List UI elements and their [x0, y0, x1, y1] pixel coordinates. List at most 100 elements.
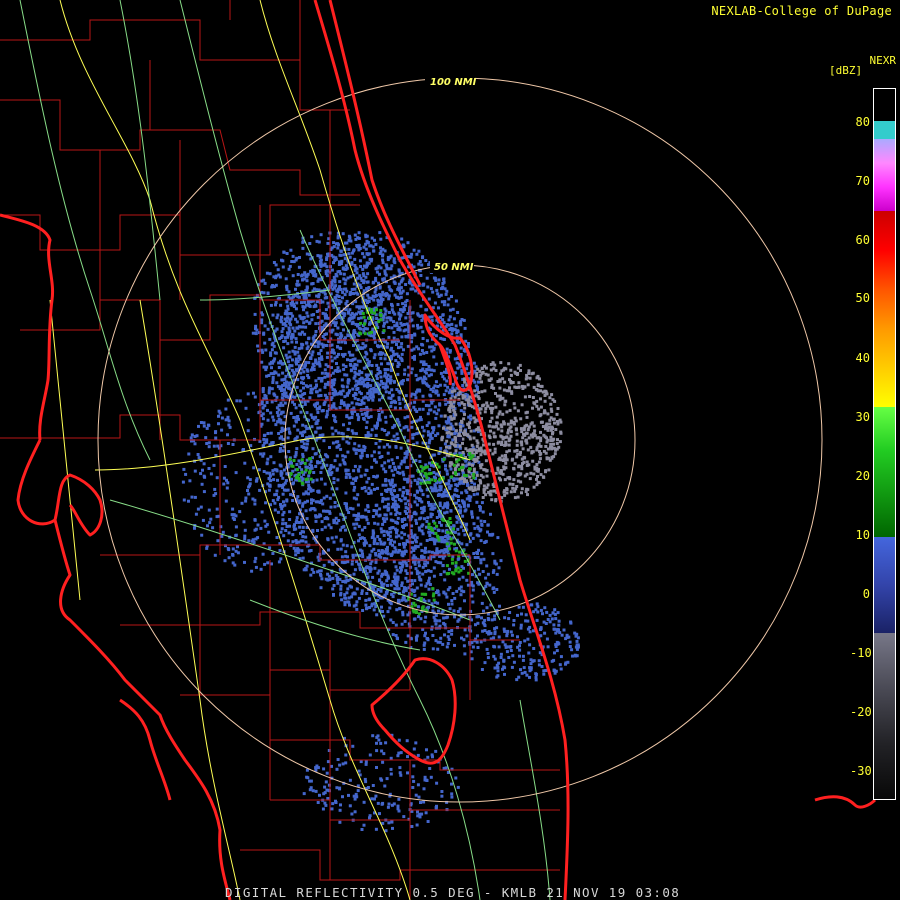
- echo-pixel: [396, 577, 400, 581]
- echo-pixel: [333, 278, 337, 282]
- echo-pixel: [511, 654, 515, 658]
- echo-pixel: [357, 243, 361, 247]
- echo-pixel: [432, 369, 436, 373]
- echo-pixel: [303, 305, 307, 309]
- echo-pixel: [402, 460, 406, 464]
- echo-pixel: [559, 420, 563, 424]
- echo-pixel: [390, 526, 393, 530]
- echo-pixel: [270, 348, 274, 352]
- echo-pixel: [299, 462, 303, 465]
- echo-pixel: [427, 569, 430, 573]
- echo-pixel: [372, 390, 376, 394]
- echo-pixel: [492, 431, 496, 435]
- echo-pixel: [428, 393, 432, 397]
- echo-pixel: [392, 353, 396, 356]
- echo-pixel: [399, 462, 403, 466]
- echo-pixel: [308, 304, 312, 308]
- echo-pixel: [392, 320, 395, 324]
- echo-pixel: [484, 584, 488, 588]
- echo-pixel: [271, 375, 275, 379]
- echo-pixel: [421, 343, 425, 347]
- echo-pixel: [497, 566, 501, 570]
- echo-pixel: [399, 308, 402, 312]
- echo-pixel: [396, 754, 400, 758]
- echo-pixel: [367, 510, 371, 513]
- echo-pixel: [332, 477, 336, 481]
- echo-pixel: [527, 369, 531, 373]
- echo-pixel: [422, 647, 426, 651]
- echo-pixel: [454, 487, 458, 491]
- echo-pixel: [480, 390, 484, 394]
- echo-pixel: [512, 478, 516, 482]
- echo-pixel: [323, 791, 327, 795]
- echo-pixel: [361, 552, 364, 556]
- echo-pixel: [340, 378, 344, 382]
- echo-pixel: [470, 594, 474, 598]
- echo-pixel: [556, 422, 560, 426]
- echo-pixel: [436, 589, 439, 593]
- echo-pixel: [294, 553, 298, 557]
- echo-pixel: [463, 599, 466, 603]
- echo-pixel: [373, 340, 377, 344]
- echo-pixel: [544, 451, 548, 455]
- echo-pixel: [491, 552, 495, 556]
- echo-pixel: [507, 656, 511, 659]
- echo-pixel: [504, 443, 508, 447]
- echo-pixel: [400, 520, 404, 523]
- echo-pixel: [419, 360, 423, 364]
- echo-pixel: [437, 306, 440, 310]
- echo-pixel: [460, 491, 464, 495]
- echo-pixel: [375, 741, 378, 745]
- echo-pixel: [535, 448, 539, 452]
- echo-pixel: [330, 359, 334, 363]
- echo-pixel: [365, 592, 369, 595]
- echo-pixel: [393, 572, 397, 576]
- echo-pixel: [393, 578, 397, 582]
- echo-pixel: [261, 313, 265, 317]
- echo-pixel: [502, 658, 506, 662]
- echo-pixel: [479, 473, 483, 477]
- echo-pixel: [280, 330, 284, 334]
- echo-pixel: [537, 467, 540, 471]
- echo-pixel: [403, 416, 407, 420]
- echo-pixel: [406, 499, 410, 503]
- echo-pixel: [434, 622, 438, 626]
- echo-pixel: [353, 287, 357, 291]
- echo-pixel: [322, 563, 326, 567]
- echo-pixel: [373, 290, 377, 294]
- echo-pixel: [380, 298, 384, 302]
- echo-pixel: [339, 347, 343, 350]
- echo-pixel: [431, 609, 435, 613]
- echo-pixel: [275, 316, 279, 320]
- echo-pixel: [389, 375, 393, 379]
- echo-pixel: [345, 241, 349, 245]
- echo-pixel: [478, 508, 482, 512]
- echo-pixel: [343, 373, 347, 377]
- echo-pixel: [271, 381, 275, 384]
- echo-pixel: [458, 365, 462, 369]
- echo-pixel: [387, 316, 391, 320]
- echo-pixel: [285, 319, 288, 323]
- echo-pixel: [430, 315, 434, 319]
- echo-pixel: [325, 413, 329, 417]
- echo-pixel: [314, 322, 318, 326]
- echo-pixel: [338, 280, 342, 284]
- echo-pixel: [317, 394, 321, 398]
- echo-pixel: [353, 526, 357, 530]
- echo-pixel: [311, 282, 315, 285]
- echo-pixel: [502, 388, 506, 392]
- echo-pixel: [346, 555, 349, 559]
- echo-pixel: [425, 520, 429, 523]
- echo-pixel: [382, 315, 386, 319]
- echo-pixel: [299, 410, 303, 414]
- echo-pixel: [518, 648, 522, 652]
- echo-pixel: [350, 545, 354, 549]
- echo-pixel: [504, 645, 508, 649]
- echo-pixel: [370, 236, 374, 240]
- echo-pixel: [482, 557, 486, 561]
- echo-pixel: [418, 485, 422, 489]
- echo-pixel: [268, 337, 272, 341]
- echo-pixel: [357, 236, 361, 240]
- echo-pixel: [310, 235, 314, 239]
- echo-pixel: [276, 478, 279, 482]
